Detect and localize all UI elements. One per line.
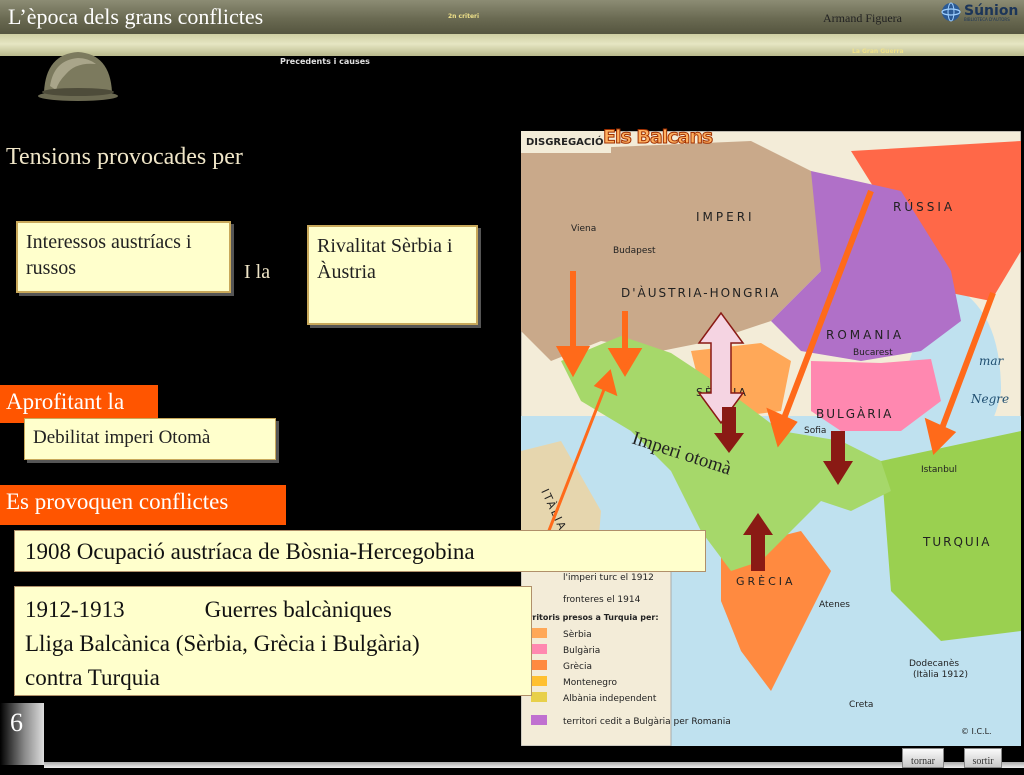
event-1908: 1908 Ocupació austríaca de Bòsnia-Herceg… — [14, 530, 706, 572]
label-italia1912: (Itàlia 1912) — [913, 670, 968, 680]
legend-swatch-bulgaria — [531, 644, 547, 654]
legend-item-serbia: Sèrbia — [563, 629, 592, 640]
label-bulgaria: BULGÀRIA — [816, 406, 893, 421]
label-mar: mar — [979, 354, 1005, 368]
label-turquia: TURQUIA — [922, 535, 991, 549]
back-button[interactable]: tornar — [902, 748, 944, 768]
label-creta: Creta — [849, 700, 873, 710]
legend-item-grecia: Grècia — [563, 661, 592, 672]
connector-text: I la — [244, 261, 271, 283]
label-istanbul: Istanbul — [921, 465, 957, 475]
map-title: Els Balcans — [602, 126, 713, 149]
legend-swatch-albania — [531, 692, 547, 702]
legend-swatch-grecia — [531, 660, 547, 670]
label-negre: Negre — [970, 392, 1009, 406]
legend-item-bulgaria: Bulgària — [563, 646, 600, 656]
legend-item-montenegro: Montenegro — [563, 678, 617, 688]
legend-swatch-serbia — [531, 628, 547, 638]
legend-title-a: l'imperi turc el 1912 — [563, 573, 654, 583]
conflicts-tag: Es provoquen conflictes — [0, 485, 286, 525]
exit-button[interactable]: sortir — [964, 748, 1002, 768]
label-imperi: IMPERI — [696, 210, 755, 224]
author-name: Armand Figuera — [823, 11, 902, 25]
label-atenes: Atenes — [819, 600, 850, 610]
section-subtitle-right: La Gran Guerra — [852, 48, 904, 55]
legend-swatch-montenegro — [531, 676, 547, 686]
label-viena: Viena — [571, 224, 596, 234]
label-bucarest: Bucarest — [853, 348, 893, 358]
ottoman-weakness-box: Debilitat imperi Otomà — [24, 418, 276, 460]
event-1912-line2: Lliga Balcànica (Sèrbia, Grècia i Bulgàr… — [25, 631, 420, 656]
legend-title-b: fronteres el 1914 — [563, 595, 641, 605]
page-title: L’època dels grans conflictes — [8, 4, 264, 29]
legend-item-ceded: territori cedit a Bulgària per Romania — [563, 717, 731, 727]
helmet-icon — [38, 52, 118, 101]
section-subtitle: Precedents i causes — [280, 57, 370, 66]
footer-bar — [44, 762, 1024, 768]
legend-item-albania: Albània independent — [563, 694, 657, 704]
interests-box: Interessos austríacs i russos — [16, 221, 231, 293]
label-sofia: Sofia — [804, 426, 826, 436]
section-heading: Tensions provocades per — [6, 144, 243, 170]
label-dodecanes: Dodecanès — [909, 658, 959, 669]
legend-swatch-ceded — [531, 715, 547, 725]
event-1912-line3: contra Turquia — [25, 665, 160, 690]
balkans-map: DISGREGACIÓ IMPERI D'ÀUSTRIA-HONGRIA RÚS… — [521, 131, 1021, 746]
page-number: 6 — [10, 708, 23, 737]
event-1912-title: Guerres balcàniques — [204, 597, 392, 622]
map-header-label: DISGREGACIÓ — [526, 135, 603, 148]
event-1912: 1912-1913 Guerres balcàniques Lliga Balcà… — [14, 586, 532, 696]
map-copyright: © I.C.L. — [961, 727, 992, 736]
event-1912-years: 1912-1913 — [25, 597, 125, 622]
label-austria: D'ÀUSTRIA-HONGRIA — [621, 285, 780, 300]
rivalry-box: Rivalitat Sèrbia i Àustria — [307, 225, 478, 325]
header-tiny-label: 2n criteri — [448, 13, 480, 20]
label-russia: RÚSSIA — [893, 199, 955, 214]
logo-subtext: BIBLIOTECA D'AUTORS — [964, 17, 1010, 22]
label-romania: ROMANIA — [826, 328, 904, 342]
label-grecia: GRÈCIA — [736, 575, 796, 588]
label-budapest: Budapest — [613, 246, 656, 256]
legend-title-c: erritoris presos a Turquia per: — [523, 613, 659, 622]
